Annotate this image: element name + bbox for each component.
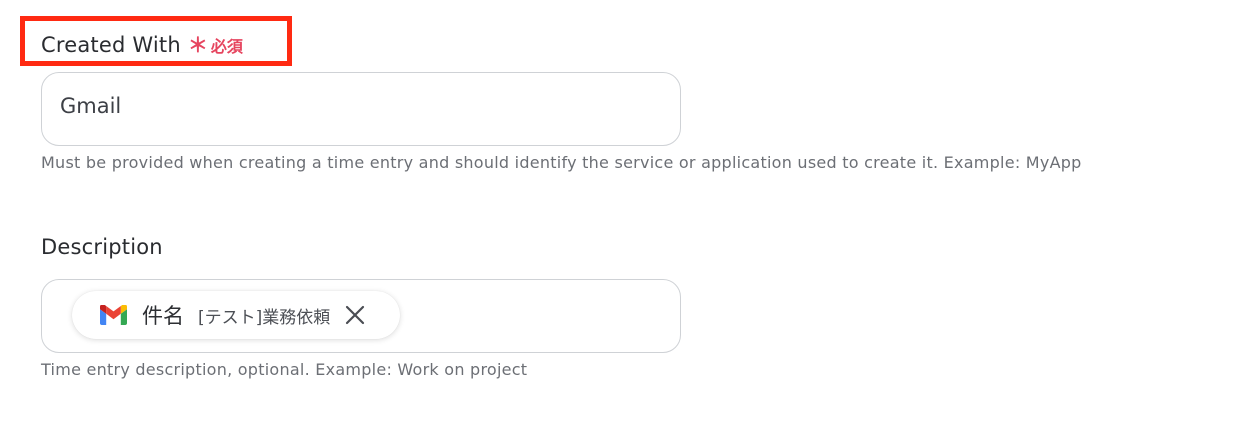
chip-field-value: [テスト]業務依頼 <box>198 307 331 328</box>
description-help-text: Time entry description, optional. Exampl… <box>41 360 528 379</box>
created-with-input-value: Gmail <box>60 94 122 118</box>
required-badge: 必須 <box>210 37 243 56</box>
created-with-label-row: Created With ＊ 必須 <box>41 29 243 58</box>
description-input[interactable]: 件名 [テスト]業務依頼 <box>41 279 681 353</box>
description-label-row: Description <box>41 235 163 259</box>
gmail-icon <box>100 304 127 325</box>
close-icon[interactable] <box>344 304 366 326</box>
created-with-help-text: Must be provided when creating a time en… <box>41 153 1082 172</box>
created-with-label: Created With <box>41 33 181 57</box>
variable-chip[interactable]: 件名 [テスト]業務依頼 <box>72 291 400 339</box>
required-asterisk: ＊ <box>187 33 208 57</box>
created-with-input[interactable]: Gmail <box>41 72 681 146</box>
description-label: Description <box>41 235 163 259</box>
chip-field-name: 件名 <box>142 304 184 328</box>
